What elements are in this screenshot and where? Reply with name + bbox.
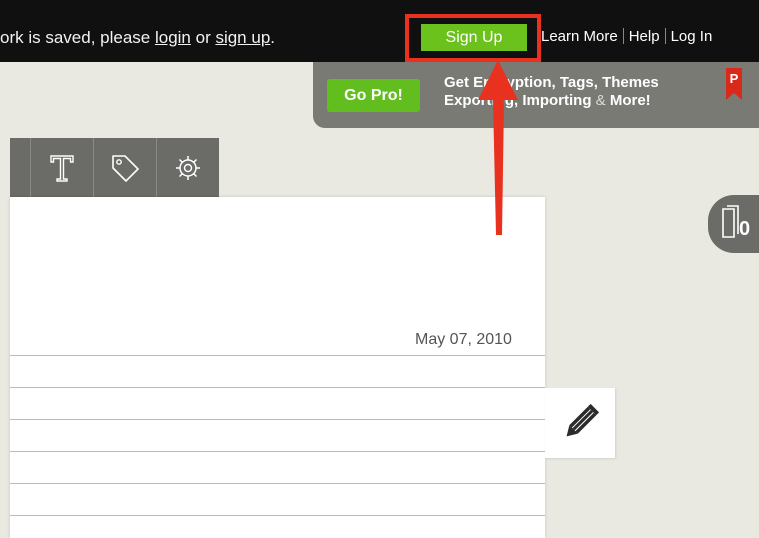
go-pro-button[interactable]: Go Pro! [327, 79, 420, 112]
learn-more-link[interactable]: Learn More [541, 28, 618, 45]
typography-button[interactable] [30, 138, 93, 197]
login-link[interactable]: login [155, 28, 191, 47]
pencil-icon [566, 403, 600, 437]
paper-rule-line [10, 387, 545, 388]
top-links: Learn More Help Log In [541, 28, 712, 45]
pro-bookmark-letter: P [730, 71, 739, 86]
tag-icon [112, 154, 139, 182]
link-divider [664, 28, 666, 44]
signup-link[interactable]: sign up [215, 28, 270, 47]
top-bar: ork is saved, please login or sign up. S… [0, 0, 759, 62]
signup-button[interactable]: Sign Up [421, 24, 527, 51]
settings-button[interactable] [156, 138, 219, 197]
link-divider [622, 28, 624, 44]
note-paper[interactable]: May 07, 2010 [10, 197, 545, 538]
pro-features-line1: Get Encryption, Tags, Themes [444, 74, 659, 91]
paper-rule-line [10, 483, 545, 484]
login-top-link[interactable]: Log In [671, 28, 713, 45]
gear-icon [176, 155, 200, 180]
note-toolbar [10, 138, 219, 197]
pro-features-amp: & [591, 92, 610, 109]
typography-icon [50, 154, 74, 182]
save-reminder-prefix: ork is saved, please [0, 28, 155, 47]
note-date: May 07, 2010 [415, 331, 512, 348]
pro-features-part: More! [609, 92, 651, 109]
paper-rule-line [10, 419, 545, 420]
tags-button[interactable] [93, 138, 156, 197]
pro-banner: Go Pro! Get Encryption, Tags, Themes Exp… [313, 62, 759, 128]
pro-features-line2: Exporting, Importing & More! [444, 92, 659, 110]
save-reminder-suffix: . [270, 28, 276, 47]
save-reminder: ork is saved, please login or sign up. [0, 28, 275, 48]
annotation-arrow [478, 60, 518, 235]
paper-rule-line [10, 355, 545, 356]
save-reminder-middle: or [190, 28, 216, 47]
edit-note-button[interactable] [545, 388, 615, 458]
pro-features-text: Get Encryption, Tags, Themes Exporting, … [444, 74, 659, 110]
signup-highlight-box: Sign Up [405, 14, 541, 62]
notes-count: 0 [739, 218, 751, 240]
pro-bookmark-icon: P [726, 68, 742, 100]
help-link[interactable]: Help [629, 28, 660, 45]
paper-rule-line [10, 451, 545, 452]
notes-counter[interactable]: 0 [708, 195, 759, 253]
paper-rule-line [10, 515, 545, 516]
